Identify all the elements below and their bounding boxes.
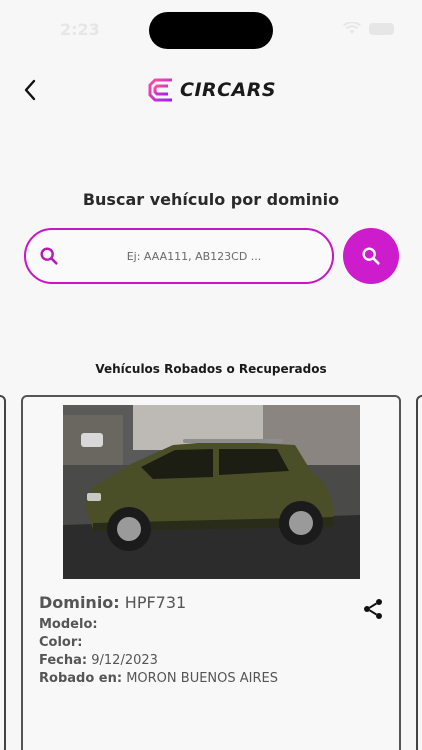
vehicle-info: Dominio: HPF731 Modelo: Color: Fecha: 9/… [39,591,339,688]
search-icon [362,247,380,265]
robado-value: MORON BUENOS AIRES [126,671,278,686]
previous-card[interactable] [0,395,6,750]
logo-mark-icon [148,78,172,102]
vehicle-photo [63,405,360,579]
logo-text: CIRCARS [180,79,277,101]
search-button[interactable] [343,228,399,284]
modelo-label: Modelo: [39,617,98,632]
color-row: Color: [39,634,339,652]
search-title: Buscar vehículo por dominio [82,190,340,209]
fecha-label: Fecha: [39,653,88,668]
dynamic-island [149,12,273,49]
chevron-left-icon [24,79,36,101]
search-icon [40,247,58,265]
status-icons [343,22,394,35]
fecha-row: Fecha: 9/12/2023 [39,652,339,670]
share-icon[interactable] [361,597,385,621]
section-title: Vehículos Robados o Recuperados [95,362,327,376]
color-label: Color: [39,635,83,650]
status-time: 2:23 [60,20,100,39]
search-input[interactable] [74,249,314,263]
dominio-label: Dominio: [39,593,120,612]
back-button[interactable] [14,74,46,106]
wifi-icon [343,22,361,34]
dominio-row: Dominio: HPF731 [39,591,339,615]
robado-row: Robado en: MORON BUENOS AIRES [39,670,339,688]
vehicle-card[interactable]: Dominio: HPF731 Modelo: Color: Fecha: 9/… [21,395,401,750]
nav-bar: CIRCARS [0,70,422,110]
battery-icon [369,22,394,35]
robado-label: Robado en: [39,671,123,686]
status-bar: 2:23 [0,0,422,52]
dominio-value: HPF731 [124,593,187,612]
modelo-row: Modelo: [39,616,339,634]
next-card[interactable] [416,395,422,750]
circars-logo: CIRCARS [146,74,276,106]
search-field[interactable] [24,228,334,284]
fecha-value: 9/12/2023 [91,653,158,668]
